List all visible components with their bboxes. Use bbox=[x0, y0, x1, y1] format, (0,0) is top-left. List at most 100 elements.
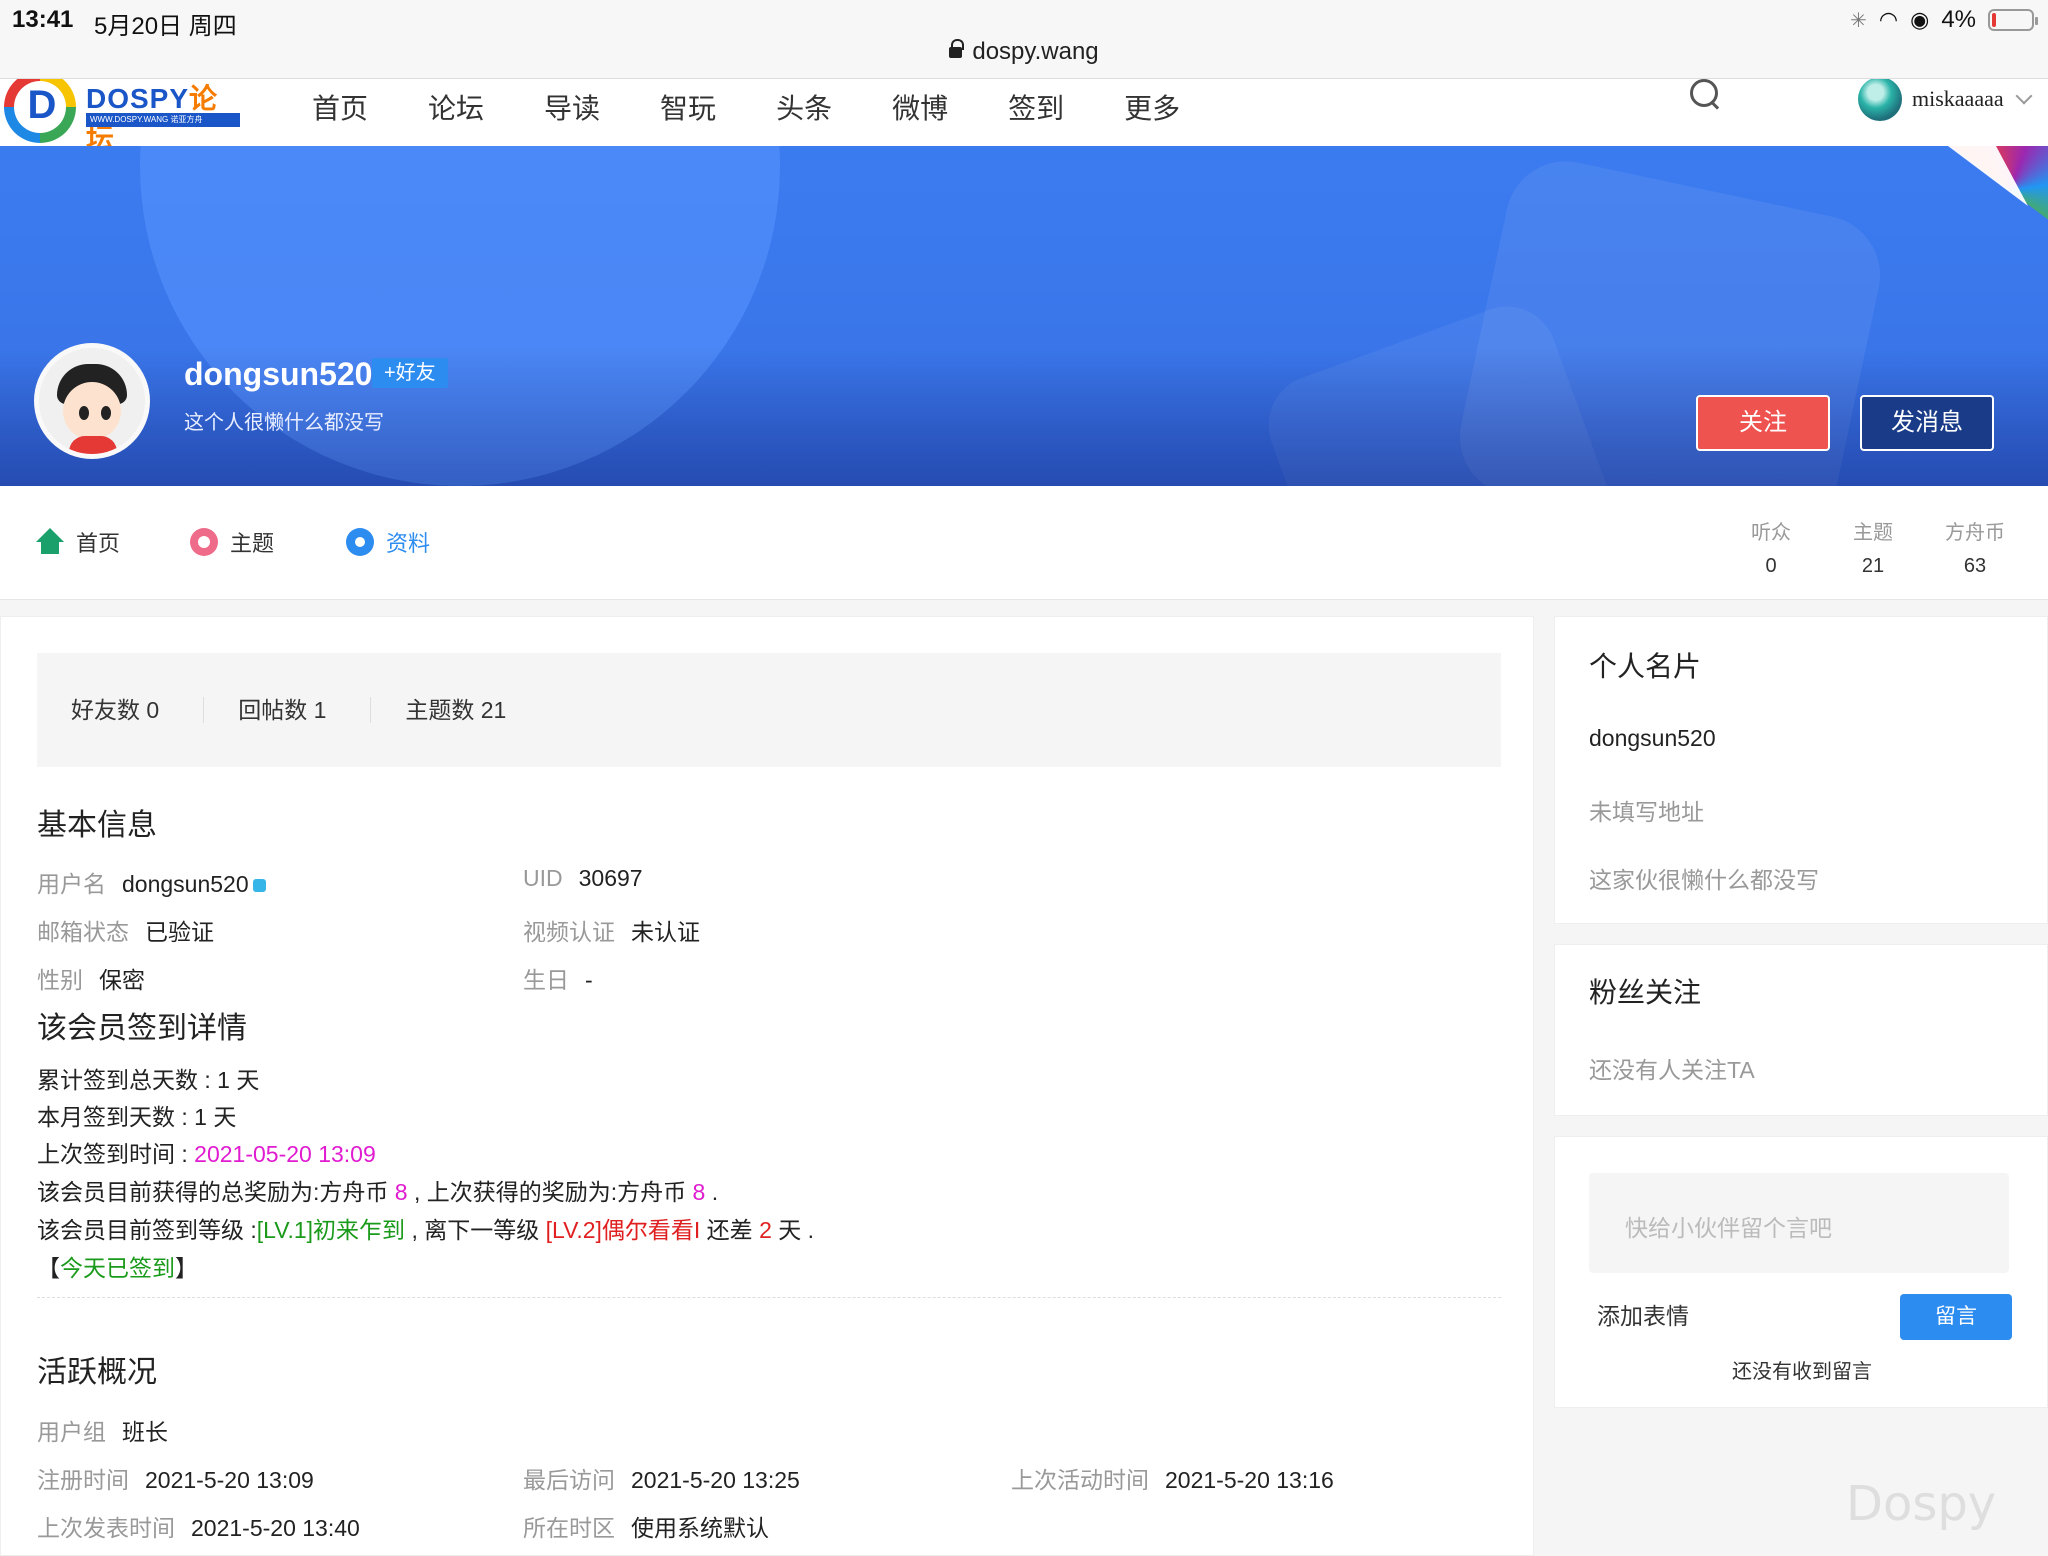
profile-details: 好友数 0 回帖数 1 主题数 21 基本信息 用户名 dongsun520 UI… bbox=[0, 616, 1534, 1556]
field-value: 2021-5-20 13:25 bbox=[631, 1467, 800, 1493]
signin-today: 【今天已签到】 bbox=[37, 1249, 198, 1283]
profile-username: dongsun520 bbox=[184, 356, 373, 392]
menu-signin[interactable]: 签到 bbox=[1008, 87, 1064, 127]
replies-count[interactable]: 回帖数 1 bbox=[204, 697, 372, 723]
send-message-button[interactable]: 发消息 bbox=[1860, 395, 1994, 451]
field-uid: UID 30697 bbox=[523, 865, 643, 892]
post-message-button[interactable]: 留言 bbox=[1900, 1294, 2012, 1340]
address-bar[interactable]: dospy.wang bbox=[0, 38, 2048, 66]
field-value: 未认证 bbox=[631, 919, 700, 945]
profile-stats: 听众 0 主题 21 方舟币 63 bbox=[1720, 516, 2026, 578]
menu-more[interactable]: 更多 bbox=[1124, 87, 1180, 127]
field-value: - bbox=[585, 967, 593, 993]
signin-last-time: 2021-05-20 13:09 bbox=[194, 1141, 376, 1167]
field-label: 用户组 bbox=[37, 1419, 106, 1445]
field-value: 2021-5-20 13:40 bbox=[191, 1515, 360, 1541]
field-value: 已验证 bbox=[145, 919, 214, 945]
tab-label: 首页 bbox=[76, 531, 121, 556]
signin-last: 上次签到时间 : 2021-05-20 13:09 bbox=[37, 1135, 376, 1169]
field-value: 保密 bbox=[99, 967, 145, 993]
reward-last: 8 bbox=[692, 1179, 706, 1205]
section-title-activity: 活跃概况 bbox=[37, 1356, 157, 1389]
avatar-eye bbox=[79, 406, 89, 420]
text: 天 . bbox=[771, 1217, 815, 1243]
menu-guide[interactable]: 导读 bbox=[544, 87, 600, 127]
fans-card: 粉丝关注 还没有人关注TA bbox=[1554, 944, 2048, 1116]
search-icon[interactable] bbox=[1690, 79, 1720, 109]
avatar-face bbox=[63, 382, 121, 440]
site-logo[interactable]: D DOSPY论坛 WWW.DOSPY.WANG 诺亚方舟 bbox=[4, 79, 242, 146]
guestbook-card: 快给小伙伴留个言吧 添加表情 留言 还没有收到留言 bbox=[1554, 1136, 2048, 1408]
add-emoji-button[interactable]: 添加表情 bbox=[1597, 1297, 1689, 1331]
site-watermark: Dospy bbox=[1846, 1476, 1997, 1532]
field-value: 30697 bbox=[578, 865, 643, 891]
field-value: dongsun520 bbox=[122, 871, 249, 897]
field-username: 用户名 dongsun520 bbox=[37, 865, 266, 899]
tab-profile[interactable]: 资料 bbox=[346, 526, 430, 558]
field-timezone: 所在时区 使用系统默认 bbox=[523, 1509, 769, 1543]
stat-label: 主题 bbox=[1853, 522, 1893, 544]
personal-card: 个人名片 dongsun520 未填写地址 这家伙很懒什么都没写 bbox=[1554, 616, 2048, 924]
avatar-body bbox=[69, 436, 117, 454]
text: 还差 bbox=[700, 1217, 760, 1243]
text: 】 bbox=[175, 1255, 198, 1281]
home-icon bbox=[36, 528, 64, 556]
guestbook-input[interactable]: 快给小伙伴留个言吧 bbox=[1589, 1173, 2009, 1273]
flower-icon bbox=[190, 528, 218, 556]
tab-label: 资料 bbox=[386, 531, 431, 556]
user-menu[interactable]: miskaaaaa bbox=[1858, 79, 2033, 121]
profile-avatar[interactable] bbox=[34, 343, 150, 459]
field-label: 用户名 bbox=[37, 871, 106, 897]
loading-icon: ✳ bbox=[1850, 9, 1867, 32]
tab-home[interactable]: 首页 bbox=[36, 526, 120, 558]
battery-icon bbox=[1988, 9, 2038, 31]
card-title: 个人名片 bbox=[1589, 651, 1702, 682]
field-label: 上次发表时间 bbox=[37, 1515, 175, 1541]
stat-topics[interactable]: 主题 21 bbox=[1822, 516, 1924, 578]
status-indicators: ✳ ◠ ◉ 4% bbox=[1850, 6, 2038, 34]
field-label: 所在时区 bbox=[523, 1515, 615, 1541]
signin-level: 该会员目前签到等级 :[LV.1]初来乍到 , 离下一等级 [LV.2]偶尔看看… bbox=[37, 1211, 814, 1245]
card-title: 粉丝关注 bbox=[1589, 977, 1702, 1008]
menu-forum[interactable]: 论坛 bbox=[428, 87, 484, 127]
add-friend-button[interactable]: +好友 bbox=[372, 358, 448, 388]
menu-home[interactable]: 首页 bbox=[312, 87, 368, 127]
logo-letter: D bbox=[27, 83, 57, 127]
avatar-eye bbox=[101, 406, 111, 420]
guestbook-empty: 还没有收到留言 bbox=[1732, 1361, 1872, 1383]
menu-weibo[interactable]: 微博 bbox=[892, 87, 948, 127]
menu-headlines[interactable]: 头条 bbox=[776, 87, 832, 127]
url-text: dospy.wang bbox=[972, 38, 1099, 65]
card-intro: 这家伙很懒什么都没写 bbox=[1589, 867, 1819, 893]
friends-count[interactable]: 好友数 0 bbox=[37, 697, 205, 723]
profile-banner: dongsun520 +好友 这个人很懒什么都没写 关注 发消息 bbox=[0, 146, 2048, 486]
gear-icon bbox=[346, 528, 374, 556]
field-last-post: 上次发表时间 2021-5-20 13:40 bbox=[37, 1509, 360, 1543]
field-label: 性别 bbox=[37, 967, 83, 993]
stat-listeners[interactable]: 听众 0 bbox=[1720, 516, 1822, 578]
user-name: miskaaaaa bbox=[1912, 86, 2004, 111]
section-title-signin: 该会员签到详情 bbox=[37, 1012, 247, 1045]
text: , 离下一等级 bbox=[405, 1217, 546, 1243]
profile-tabs: 首页 主题 资料 听众 0 主题 21 方舟币 63 bbox=[0, 486, 2048, 600]
site-nav: D DOSPY论坛 WWW.DOSPY.WANG 诺亚方舟 首页 论坛 导读 智… bbox=[0, 78, 2048, 146]
tab-topics[interactable]: 主题 bbox=[190, 526, 274, 558]
stat-coins[interactable]: 方舟币 63 bbox=[1924, 516, 2026, 578]
topics-count[interactable]: 主题数 21 bbox=[371, 697, 550, 723]
signin-reward: 该会员目前获得的总奖励为:方舟币 8 , 上次获得的奖励为:方舟币 8 . bbox=[37, 1173, 718, 1207]
field-label: 生日 bbox=[523, 967, 569, 993]
signin-today-status: 今天已签到 bbox=[60, 1255, 175, 1281]
chevron-down-icon bbox=[2015, 87, 2033, 105]
menu-smartplay[interactable]: 智玩 bbox=[660, 87, 716, 127]
logo-text: DOSPY论坛 bbox=[86, 83, 219, 146]
field-label: 视频认证 bbox=[523, 919, 615, 945]
field-birthday: 生日 - bbox=[523, 961, 593, 995]
field-label: 上次活动时间 bbox=[1011, 1467, 1149, 1493]
field-label: 最后访问 bbox=[523, 1467, 615, 1493]
card-address: 未填写地址 bbox=[1589, 799, 1704, 825]
field-register-time: 注册时间 2021-5-20 13:09 bbox=[37, 1461, 314, 1495]
signin-month: 本月签到天数 : 1 天 bbox=[37, 1104, 237, 1130]
follow-button[interactable]: 关注 bbox=[1696, 395, 1830, 451]
battery-percent: 4% bbox=[1941, 6, 1976, 33]
stat-value: 63 bbox=[1963, 555, 1987, 577]
